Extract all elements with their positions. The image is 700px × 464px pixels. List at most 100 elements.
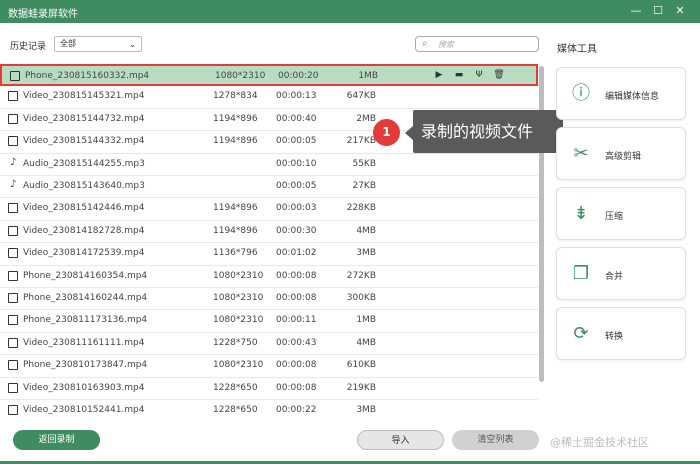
history-filter-select[interactable]: 全部 ⌄ bbox=[54, 36, 142, 52]
annotation-text: 录制的视频文件 bbox=[413, 110, 563, 153]
file-name: Video_230811161111.mp4 bbox=[23, 337, 145, 348]
folder-icon[interactable]: ▬ bbox=[452, 70, 466, 82]
media-tool-button[interactable]: ❐ 合并 bbox=[556, 247, 686, 300]
media-tool-button[interactable]: ⟳ 转换 bbox=[556, 307, 686, 360]
maximize-button[interactable]: ☐ bbox=[650, 3, 666, 19]
file-row[interactable]: ♪ Audio_230815143640.mp3 00:00:05 27KB bbox=[0, 176, 538, 199]
file-resolution: 1278*834 bbox=[213, 91, 258, 102]
file-resolution: 1228*650 bbox=[213, 382, 258, 393]
title-bar: 数据蛙录屏软件 — ☐ ✕ bbox=[0, 0, 700, 23]
search-input[interactable]: ⌕ 搜索 bbox=[415, 36, 539, 52]
file-size: 272KB bbox=[346, 270, 376, 281]
file-row[interactable]: Video_230814182728.mp4 1194*896 00:00:30… bbox=[0, 221, 538, 244]
video-icon bbox=[8, 360, 18, 371]
file-size: 217KB bbox=[346, 136, 376, 147]
file-row[interactable]: Video_230814172539.mp4 1136*796 00:01:02… bbox=[0, 243, 538, 266]
chevron-down-icon: ⌄ bbox=[129, 40, 136, 49]
file-name: Audio_230815143640.mp3 bbox=[23, 181, 145, 191]
file-size: 4MB bbox=[356, 225, 376, 236]
file-size: 4MB bbox=[356, 337, 376, 348]
file-name: Video_230814172539.mp4 bbox=[23, 248, 145, 259]
file-row[interactable]: Video_230810163903.mp4 1228*650 00:00:08… bbox=[0, 378, 538, 400]
search-icon: ⌕ bbox=[422, 38, 428, 49]
file-size: 27KB bbox=[352, 181, 376, 191]
file-resolution: 1080*2310 bbox=[213, 293, 264, 303]
delete-icon[interactable]: 🗑 bbox=[492, 70, 506, 82]
file-resolution: 1080*2310 bbox=[213, 270, 264, 281]
tool-icon: ❐ bbox=[572, 263, 590, 284]
file-size: 2MB bbox=[356, 113, 376, 124]
file-name: Video_230815142446.mp4 bbox=[23, 203, 145, 214]
tool-label: 高级剪辑 bbox=[605, 152, 642, 162]
file-name: Video_230815145321.mp4 bbox=[23, 91, 145, 102]
media-tool-button[interactable]: ⓘ 编辑媒体信息 bbox=[556, 67, 686, 120]
file-size: 3MB bbox=[356, 248, 376, 259]
file-row[interactable]: Phone_230814160244.mp4 1080*2310 00:00:0… bbox=[0, 288, 538, 311]
video-icon bbox=[8, 136, 18, 147]
file-size: 300KB bbox=[346, 293, 376, 303]
file-resolution: 1194*896 bbox=[213, 203, 258, 214]
watermark: @稀土掘金技术社区 bbox=[550, 436, 649, 449]
file-name: Phone_230811173136.mp4 bbox=[23, 315, 148, 326]
file-name: Video_230815144332.mp4 bbox=[23, 136, 145, 147]
edit-icon[interactable]: Ψ bbox=[472, 70, 486, 82]
file-row[interactable]: Video_230810152441.mp4 1228*650 00:00:22… bbox=[0, 400, 538, 418]
audio-icon: ♪ bbox=[10, 156, 17, 168]
file-row[interactable]: Phone_230814160354.mp4 1080*2310 00:00:0… bbox=[0, 266, 538, 288]
media-tools-title: 媒体工具 bbox=[557, 44, 597, 55]
tool-icon: ⇟ bbox=[573, 203, 589, 224]
file-size: 3MB bbox=[356, 405, 376, 415]
video-icon bbox=[8, 337, 18, 348]
file-name: Phone_230814160354.mp4 bbox=[23, 270, 148, 281]
video-icon bbox=[8, 113, 18, 124]
file-size: 610KB bbox=[346, 360, 376, 371]
file-row[interactable]: Phone_230815160332.mp4 1080*2310 00:00:2… bbox=[0, 64, 538, 87]
callout-tail bbox=[405, 126, 413, 140]
file-name: Phone_230810173847.mp4 bbox=[23, 360, 148, 371]
file-resolution: 1080*2310 bbox=[213, 315, 264, 326]
media-tool-button[interactable]: ✂ 高级剪辑 bbox=[556, 127, 686, 180]
file-row[interactable]: Phone_230811173136.mp4 1080*2310 00:00:1… bbox=[0, 310, 538, 333]
file-resolution: 1136*796 bbox=[213, 248, 258, 259]
tool-icon: ✂ bbox=[573, 143, 589, 164]
video-icon bbox=[8, 315, 18, 326]
back-to-record-button[interactable]: 返回录制 bbox=[13, 430, 100, 450]
file-resolution: 1228*750 bbox=[213, 337, 258, 348]
file-row[interactable]: Video_230811161111.mp4 1228*750 00:00:43… bbox=[0, 333, 538, 356]
file-row[interactable]: Video_230815145321.mp4 1278*834 00:00:13… bbox=[0, 86, 538, 109]
tool-label: 转换 bbox=[605, 332, 624, 342]
file-resolution: 1080*2310 bbox=[215, 71, 266, 81]
video-icon bbox=[10, 71, 20, 81]
file-size: 55KB bbox=[352, 158, 376, 169]
tool-label: 编辑媒体信息 bbox=[605, 92, 660, 102]
file-size: 228KB bbox=[346, 203, 376, 214]
import-button[interactable]: 导入 bbox=[357, 430, 444, 450]
close-button[interactable]: ✕ bbox=[672, 3, 688, 19]
file-size: 219KB bbox=[346, 382, 376, 393]
file-row[interactable]: Phone_230810173847.mp4 1080*2310 00:00:0… bbox=[0, 355, 538, 378]
file-resolution: 1194*896 bbox=[213, 225, 258, 236]
file-row[interactable]: ♪ Audio_230815144255.mp3 00:00:10 55KB bbox=[0, 154, 538, 176]
row-actions: ▶ ▬ Ψ 🗑 bbox=[432, 70, 512, 82]
tool-label: 压缩 bbox=[605, 212, 624, 222]
audio-icon: ♪ bbox=[10, 179, 17, 190]
video-icon bbox=[8, 405, 18, 415]
tool-icon: ⟳ bbox=[573, 323, 589, 344]
video-icon bbox=[8, 382, 18, 393]
video-icon bbox=[8, 203, 18, 214]
file-resolution: 1194*896 bbox=[213, 136, 258, 147]
video-icon bbox=[8, 270, 18, 281]
file-resolution: 1228*650 bbox=[213, 405, 258, 415]
clear-list-button[interactable]: 清空列表 bbox=[452, 430, 539, 450]
video-icon bbox=[8, 293, 18, 303]
media-tool-button[interactable]: ⇟ 压缩 bbox=[556, 187, 686, 240]
file-name: Phone_230815160332.mp4 bbox=[25, 71, 150, 81]
video-icon bbox=[8, 225, 18, 236]
minimize-button[interactable]: — bbox=[628, 3, 644, 19]
play-icon[interactable]: ▶ bbox=[432, 70, 446, 82]
file-row[interactable]: Video_230815142446.mp4 1194*896 00:00:03… bbox=[0, 198, 538, 221]
search-placeholder: 搜索 bbox=[438, 40, 454, 49]
file-name: Video_230815144732.mp4 bbox=[23, 113, 145, 124]
file-name: Video_230814182728.mp4 bbox=[23, 225, 145, 236]
file-size: 647KB bbox=[346, 91, 376, 102]
